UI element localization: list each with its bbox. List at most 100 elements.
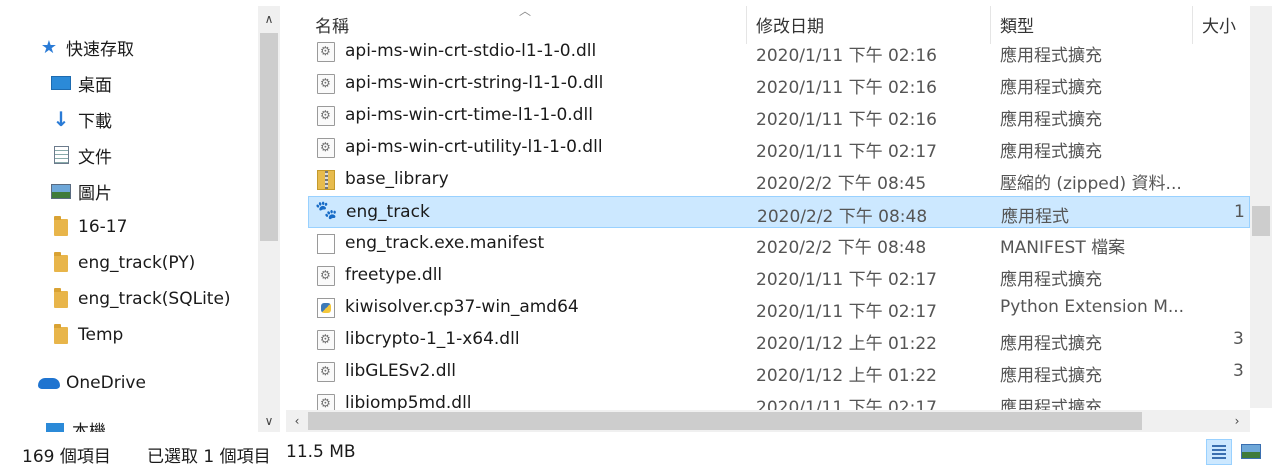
dll-file-icon [317,106,335,126]
folder-icon [50,323,72,345]
scroll-left-arrow-icon[interactable]: ‹ [288,412,306,430]
file-type: 壓縮的 (zipped) 資料... [1000,174,1182,194]
nav-item-downloads[interactable]: ↓ 下載 📌 [50,102,260,136]
file-row[interactable]: api-ms-win-crt-stdio-l1-1-0.dll 2020/1/11… [308,36,1250,68]
file-row[interactable]: api-ms-win-crt-utility-l1-1-0.dll 2020/1/… [308,132,1250,164]
file-date: 2020/2/2 下午 08:45 [756,174,927,194]
file-date: 2020/1/11 下午 02:17 [756,302,937,322]
file-type: 應用程式擴充 [1000,334,1102,354]
scroll-down-arrow-icon[interactable]: ∨ [260,412,278,430]
cloud-icon [38,373,60,393]
nav-item-label: eng_track(PY) [78,253,196,273]
horizontal-scrollbar-thumb[interactable] [308,412,1142,430]
file-row-selected[interactable]: 🐾 eng_track 2020/2/2 下午 08:48 應用程式 1 [308,196,1250,228]
file-row[interactable]: kiwisolver.cp37-win_amd64 2020/1/11 下午 02… [308,292,1250,324]
file-type: 應用程式擴充 [1000,46,1102,66]
file-date: 2020/1/11 下午 02:17 [756,270,937,290]
file-name: api-ms-win-crt-stdio-l1-1-0.dll [345,41,597,61]
nav-scrollbar-thumb[interactable] [260,33,278,241]
scroll-up-arrow-icon[interactable]: ∧ [260,10,278,28]
selection-size: 11.5 MB [286,442,356,462]
nav-item-label: 16-17 [78,217,128,237]
nav-item-label: 桌面 [78,75,112,96]
zip-folder-icon [317,170,335,190]
download-arrow-icon: ↓ [52,107,70,131]
dll-file-icon [317,138,335,158]
nav-item-documents[interactable]: 文件 📌 [50,138,260,172]
file-size: 1 [1234,202,1245,222]
selection-count: 已選取 1 個項目 [147,447,271,467]
file-date: 2020/2/2 下午 08:48 [757,207,928,227]
file-name: api-ms-win-crt-utility-l1-1-0.dll [345,137,603,157]
nav-item-eng-track-sqlite[interactable]: eng_track(SQLite) [50,282,231,316]
file-list-horizontal-scrollbar[interactable]: ‹ › [286,410,1250,432]
file-type: 應用程式擴充 [1000,142,1102,162]
file-row[interactable]: base_library 2020/2/2 下午 08:45 壓縮的 (zipped… [308,164,1250,196]
file-date: 2020/2/2 下午 08:48 [756,238,927,258]
dll-file-icon [317,330,335,350]
nav-item-16-17[interactable]: 16-17 📌 [50,210,260,244]
file-row[interactable]: eng_track.exe.manifest 2020/2/2 下午 08:48 M… [308,228,1250,260]
file-name: base_library [345,169,449,189]
nav-item-pictures[interactable]: 圖片 📌 [50,174,260,208]
file-type: 應用程式擴充 [1000,78,1102,98]
sort-ascending-icon: ︿ [519,4,532,18]
file-type: 應用程式擴充 [1000,110,1102,130]
nav-item-label: 文件 [78,147,112,168]
dll-file-icon [317,42,335,62]
file-name: freetype.dll [345,265,443,285]
nav-this-pc[interactable]: 本機 [44,412,106,432]
nav-onedrive[interactable]: OneDrive [38,366,146,400]
file-type: Python Extension M... [1000,297,1185,317]
file-row[interactable]: api-ms-win-crt-time-l1-1-0.dll 2020/1/11 … [308,100,1250,132]
vertical-scrollbar-thumb[interactable] [1252,206,1270,236]
file-name: libGLESv2.dll [345,361,456,381]
nav-onedrive-label: OneDrive [66,373,146,393]
file-type: 應用程式 [1001,207,1069,227]
file-type: MANIFEST 檔案 [1000,238,1126,258]
file-row[interactable]: freetype.dll 2020/1/11 下午 02:17 應用程式擴充 [308,260,1250,292]
file-date: 2020/1/11 下午 02:16 [756,46,937,66]
file-date: 2020/1/11 下午 02:17 [756,142,937,162]
large-icons-view-icon[interactable] [1238,439,1264,465]
picture-icon [50,181,72,201]
dll-file-icon [317,74,335,94]
file-type: 應用程式擴充 [1000,366,1102,386]
nav-this-pc-label: 本機 [72,421,106,433]
details-view-icon[interactable] [1206,439,1232,465]
file-type: 應用程式擴充 [1000,270,1102,290]
column-header-name[interactable]: 名稱 [315,12,349,37]
column-header-type[interactable]: 類型 [1000,12,1034,37]
file-size: 3 [1233,361,1244,381]
folder-icon [50,215,72,237]
nav-quick-access[interactable]: ★ 快速存取 [38,30,134,64]
file-name: kiwisolver.cp37-win_amd64 [345,297,579,317]
navigation-pane: ★ 快速存取 桌面 📌 ↓ 下載 📌 文件 📌 圖片 📌 16-17 📌 eng… [0,0,284,432]
file-row[interactable]: libGLESv2.dll 2020/1/12 上午 01:22 應用程式擴充 3 [308,356,1250,388]
nav-scrollbar[interactable]: ∧ ∨ [258,6,280,432]
nav-item-desktop[interactable]: 桌面 📌 [50,66,260,100]
file-date: 2020/1/11 下午 02:16 [756,78,937,98]
dll-file-icon [317,266,335,286]
nav-item-label: eng_track(SQLite) [78,289,231,309]
paw-print-icon: 🐾 [315,200,338,221]
nav-item-temp[interactable]: Temp [50,318,123,352]
nav-item-label: 下載 [78,111,112,132]
folder-icon [50,251,72,273]
desktop-icon [50,73,72,93]
item-count: 169 個項目 [22,447,111,467]
file-date: 2020/1/11 下午 02:16 [756,110,937,130]
nav-item-label: Temp [78,325,124,345]
column-header-date[interactable]: 修改日期 [756,12,824,37]
star-icon: ★ [40,36,58,58]
file-row[interactable]: api-ms-win-crt-string-l1-1-0.dll 2020/1/1… [308,68,1250,100]
nav-item-eng-track-py[interactable]: eng_track(PY) 📌 [50,246,260,280]
file-list-vertical-scrollbar[interactable] [1250,6,1272,408]
nav-item-label: 圖片 [78,183,112,204]
file-name: api-ms-win-crt-time-l1-1-0.dll [345,105,593,125]
column-header-size[interactable]: 大小 [1202,12,1236,37]
scroll-right-arrow-icon[interactable]: › [1228,412,1246,430]
folder-icon [50,287,72,309]
python-file-icon [317,298,335,318]
file-row[interactable]: libcrypto-1_1-x64.dll 2020/1/12 上午 01:22 應… [308,324,1250,356]
